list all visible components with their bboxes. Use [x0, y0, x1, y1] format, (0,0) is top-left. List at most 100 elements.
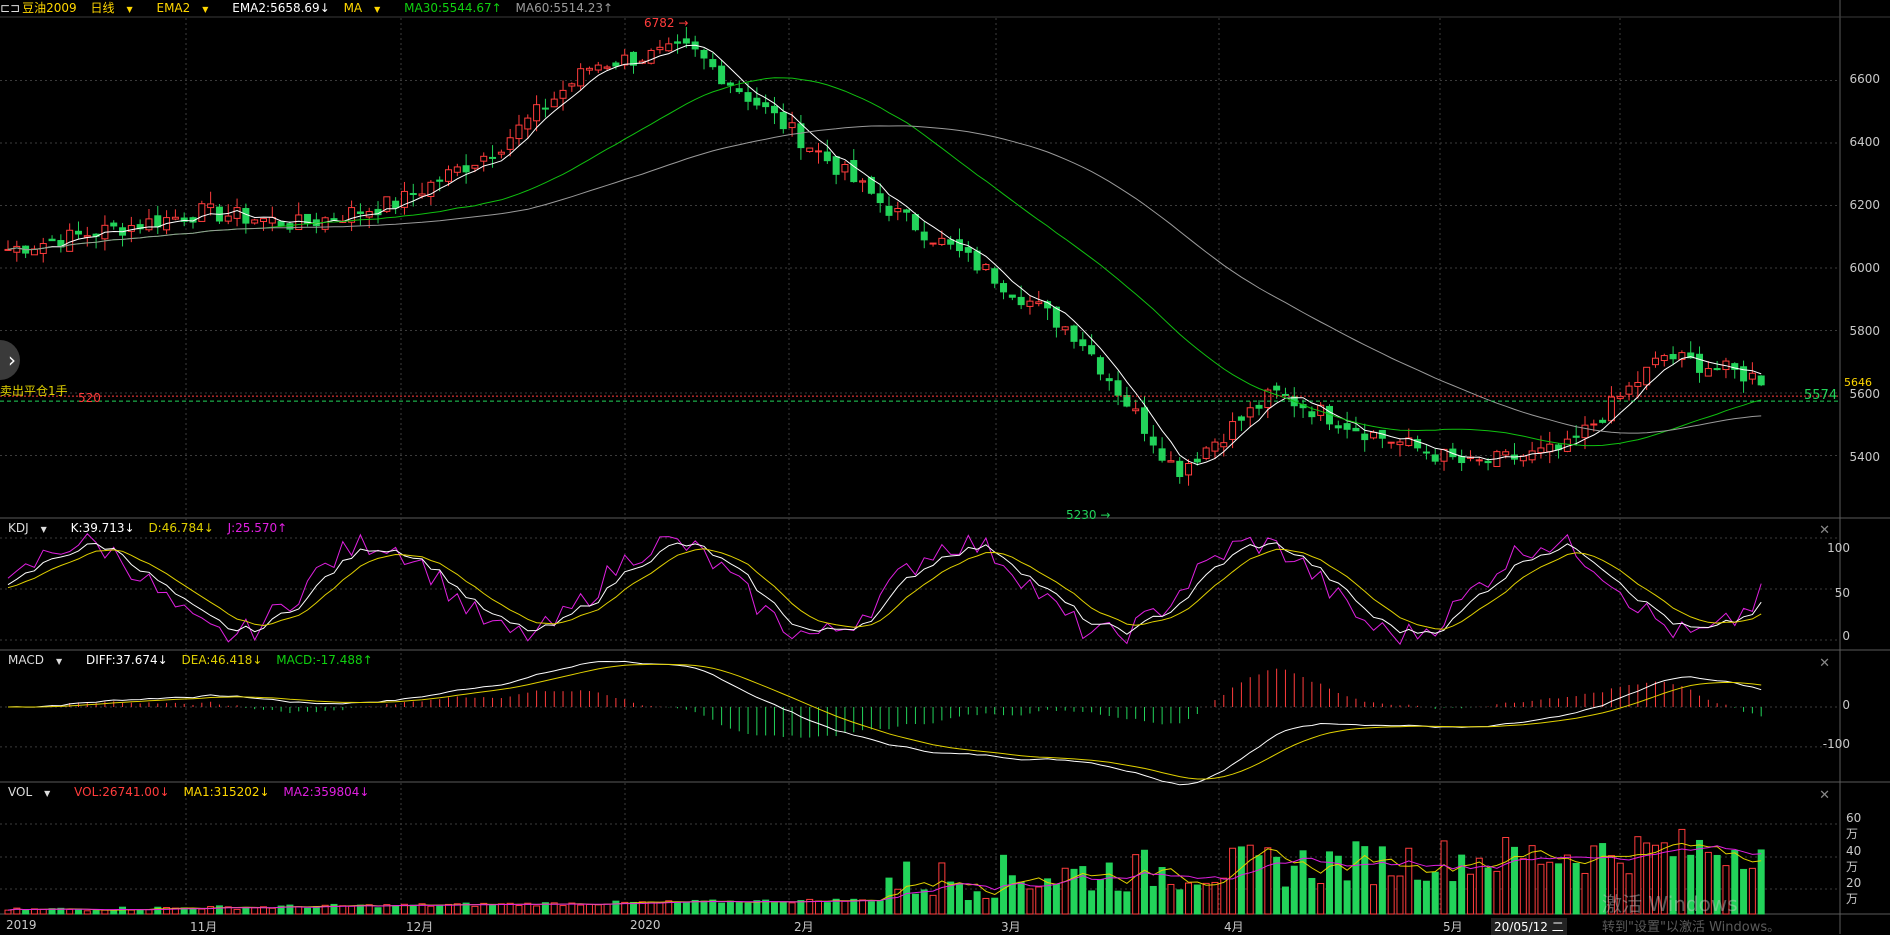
price-tick: 5800	[1849, 324, 1880, 338]
candle-body	[585, 67, 593, 71]
candle-body	[1484, 460, 1492, 464]
vol-bar	[1211, 881, 1219, 915]
symbol-selector[interactable]: 豆油2009	[22, 1, 77, 15]
vol-tick: 40万	[1846, 844, 1862, 874]
order-label[interactable]: 卖出平仓1手	[0, 382, 68, 399]
candle-body	[797, 123, 805, 149]
price-tick: 5400	[1849, 450, 1880, 464]
candle-body	[815, 150, 823, 153]
candle-body	[806, 147, 814, 152]
candle-body	[1008, 294, 1016, 298]
candle-body	[550, 98, 558, 108]
vol-bar	[312, 906, 320, 915]
candle-body	[233, 207, 241, 219]
vol-bar	[911, 893, 919, 915]
vol-bar	[1290, 865, 1298, 915]
kdj-selector[interactable]: KDJ ▼	[8, 521, 57, 535]
period-selector[interactable]: 日线 ▼	[90, 1, 142, 15]
vol-bar	[533, 905, 541, 915]
vol-bar	[1052, 883, 1060, 915]
candle-body	[145, 218, 153, 231]
candle-body	[1696, 353, 1704, 373]
macd-selector[interactable]: MACD ▼	[8, 653, 72, 667]
vol-bar	[1370, 884, 1378, 915]
kdj-close-icon[interactable]: ✕	[1819, 523, 1830, 538]
vol-bar	[1123, 891, 1131, 915]
macd-value: MACD:-17.488↑	[276, 653, 373, 667]
vol-bar	[1035, 886, 1043, 915]
candle-body	[1140, 407, 1148, 434]
macd-tick: 0	[1842, 698, 1850, 712]
vol-bar	[859, 899, 867, 915]
vol-bar	[1008, 875, 1016, 915]
ema-selector[interactable]: EMA2 ▼	[156, 1, 218, 15]
candle-body	[568, 83, 576, 87]
candle-body	[1431, 454, 1439, 462]
vol-bar	[304, 907, 312, 915]
macd-dea: DEA:46.418↓	[181, 653, 263, 667]
candle-body	[1581, 424, 1589, 439]
vol-bar	[753, 900, 761, 915]
candle-body	[1229, 421, 1237, 440]
candle-body	[1273, 385, 1281, 391]
candle-body	[841, 164, 849, 173]
candle-body	[515, 124, 523, 140]
vol-bar	[1132, 854, 1140, 915]
candle-body	[753, 97, 761, 106]
order-price: 520	[78, 391, 101, 405]
candle-body	[1185, 463, 1193, 476]
high-label: 6782 →	[644, 16, 689, 30]
vol-bar	[630, 901, 638, 915]
vol-bar	[445, 903, 452, 915]
ma-selector[interactable]: MA ▼	[344, 1, 391, 15]
candle-body	[1079, 339, 1087, 347]
vol-bar	[1149, 885, 1157, 915]
vol-bar	[779, 901, 787, 915]
main-header: ⊏⊐ 豆油2009 日线 ▼ EMA2 ▼ EMA2:5658.69↓ MA ▼ MA3…	[0, 0, 623, 16]
candle-body	[1193, 458, 1201, 463]
macd-tick: -100	[1822, 737, 1850, 751]
candle-body	[1088, 345, 1096, 355]
vol-bar	[920, 889, 928, 915]
vol-close-icon[interactable]: ✕	[1819, 788, 1830, 803]
vol-bar	[233, 908, 241, 915]
vol-bar	[700, 900, 708, 915]
vol-bar	[1202, 882, 1210, 915]
candle-body	[823, 151, 831, 162]
vol-header: VOL ▼ VOL:26741.00↓ MA1:315202↓ MA2:35980…	[8, 784, 379, 800]
vol-selector[interactable]: VOL ▼	[8, 785, 60, 799]
candle-body	[1149, 436, 1157, 446]
price-tick: 6400	[1849, 135, 1880, 149]
vol-bar	[1378, 846, 1386, 915]
candle-body	[48, 238, 56, 242]
vol-bar	[568, 902, 576, 915]
macd-close-icon[interactable]: ✕	[1819, 656, 1830, 671]
candle-body	[462, 165, 470, 173]
vol-bar	[427, 905, 435, 915]
candle-body	[1757, 375, 1765, 386]
candle-body	[1096, 357, 1104, 375]
candle-body	[955, 239, 963, 252]
candle-body	[198, 203, 206, 222]
vol-bar	[1528, 845, 1536, 915]
vol-bar	[1493, 870, 1501, 915]
vol-bar	[1396, 875, 1404, 915]
candle-body	[718, 65, 726, 85]
ma60-value: MA60:5514.23↑	[515, 1, 614, 15]
vol-bar	[1000, 854, 1008, 915]
vol-bar	[1317, 883, 1325, 915]
line-price-label: 5574	[1804, 388, 1838, 403]
vol-bar	[1748, 867, 1756, 915]
candle-body	[418, 193, 426, 197]
candle-body	[1176, 460, 1184, 478]
candle-body	[471, 164, 479, 169]
time-tick: 5月	[1443, 920, 1463, 934]
vol-bar	[1466, 873, 1474, 915]
candle-body	[982, 264, 990, 271]
candle-body	[330, 218, 338, 221]
candle-body	[1000, 283, 1008, 293]
vol-bar	[1757, 849, 1765, 915]
vol-bar	[1519, 858, 1527, 915]
candle-body	[409, 193, 417, 196]
candle-body	[321, 217, 329, 230]
